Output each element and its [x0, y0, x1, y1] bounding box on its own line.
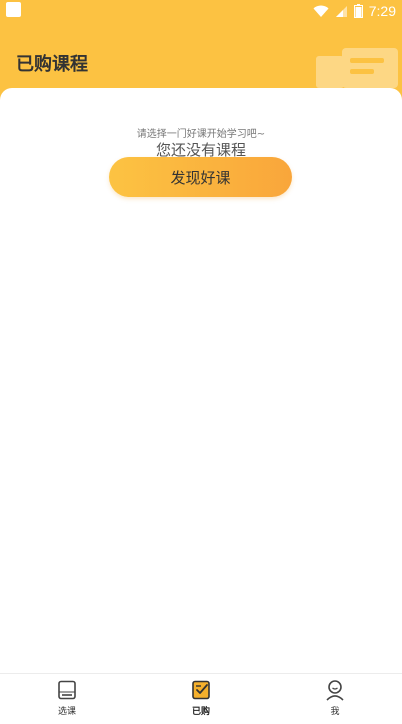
- header-decoration-icon: [316, 48, 398, 88]
- content-card: 请选择一门好课开始学习吧~ 您还没有课程 发现好课: [0, 88, 402, 673]
- empty-state-hint: 请选择一门好课开始学习吧~: [136, 129, 266, 140]
- status-time: 7:29: [368, 3, 396, 19]
- discover-courses-button[interactable]: 发现好课: [109, 157, 292, 197]
- notification-icon: [6, 2, 21, 17]
- profile-icon: [326, 680, 344, 701]
- status-bar: 7:29: [0, 0, 402, 22]
- tab-select-course[interactable]: 选课: [0, 674, 134, 724]
- wifi-icon: [313, 5, 329, 17]
- tab-purchased[interactable]: 已购: [134, 674, 268, 724]
- tab-me[interactable]: 我: [268, 674, 402, 724]
- tab-label: 选课: [57, 707, 76, 717]
- tab-label: 已购: [191, 707, 210, 717]
- book-icon: [58, 680, 76, 700]
- purchased-notebook-icon: [192, 680, 210, 700]
- signal-icon: [335, 5, 347, 17]
- tab-label: 我: [330, 707, 340, 717]
- status-indicators: 7:29: [313, 2, 396, 20]
- page-title: 已购课程: [16, 54, 88, 75]
- bottom-tabbar: 选课 已购 我: [0, 673, 402, 724]
- battery-icon: [353, 4, 363, 18]
